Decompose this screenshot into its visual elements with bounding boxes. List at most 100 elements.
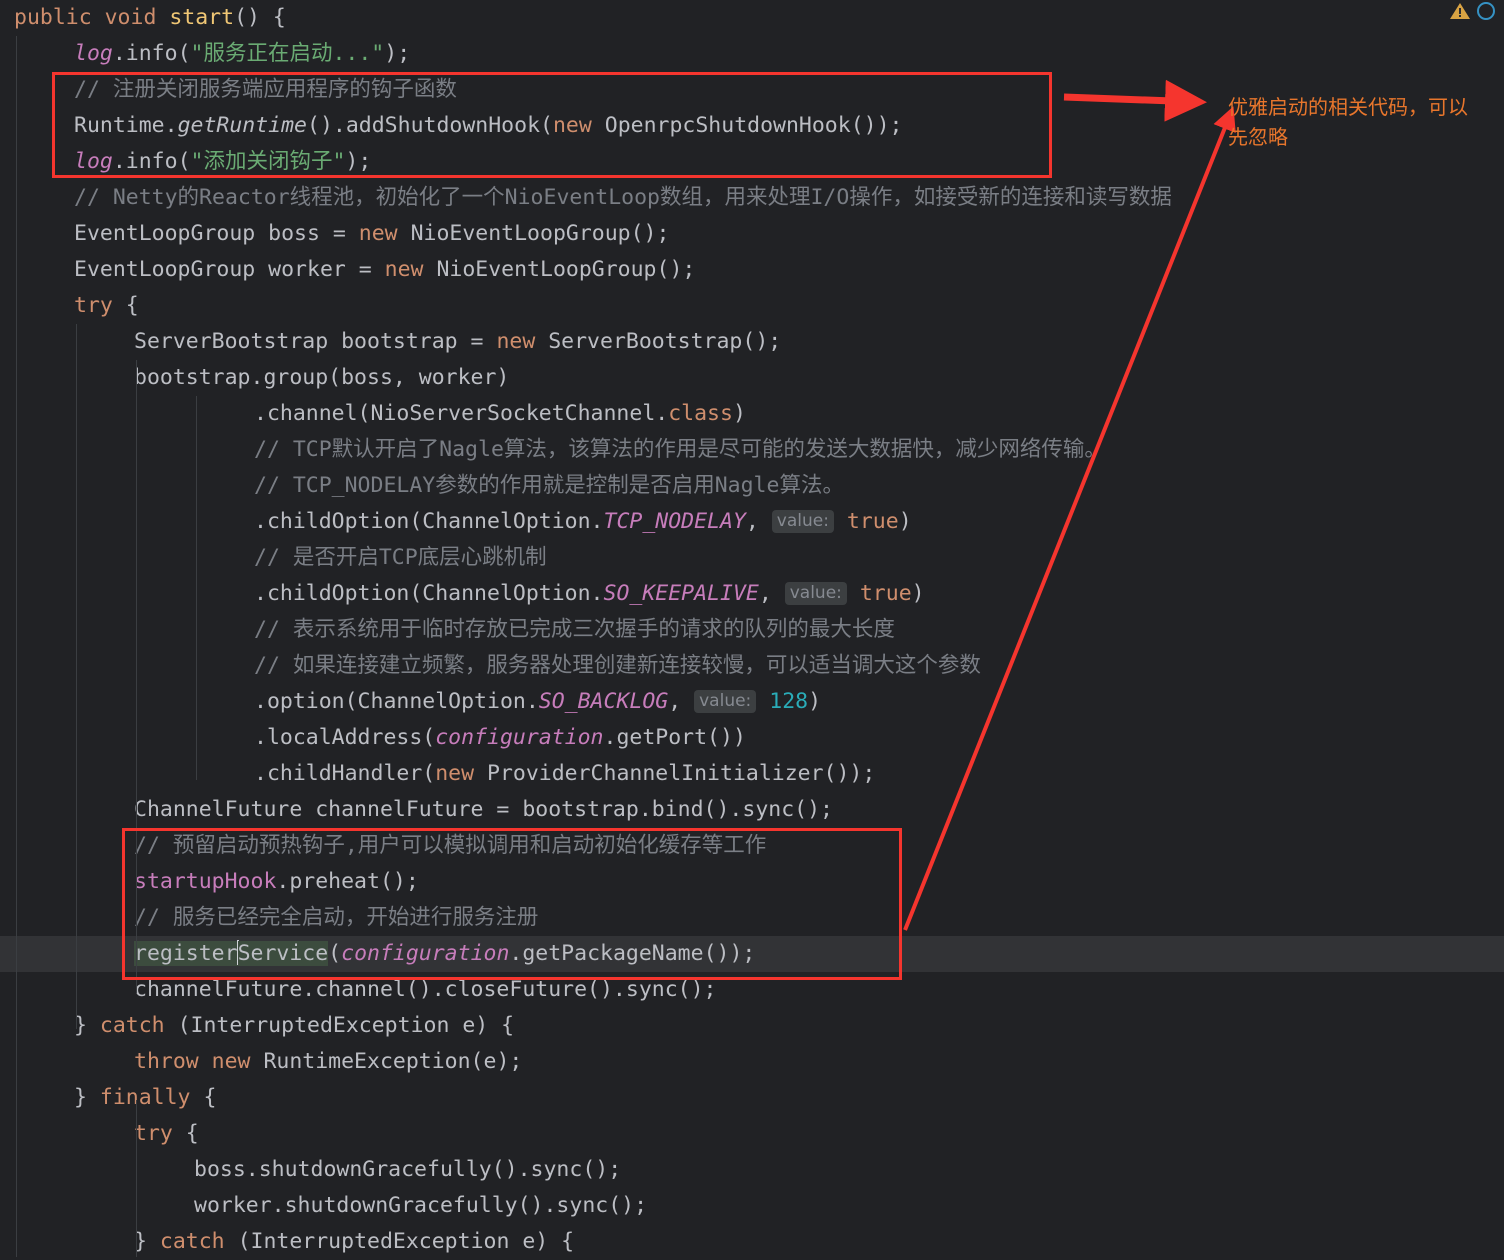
code-line[interactable]: // 如果连接建立频繁，服务器处理创建新连接较慢，可以适当调大这个参数 (0, 648, 1504, 684)
inlay-hint: value: (784, 582, 847, 605)
code-token: , (745, 509, 772, 534)
code-token: boss.shutdownGracefully().sync(); (194, 1157, 622, 1182)
code-token: // 服务已经完全启动，开始进行服务注册 (134, 905, 539, 930)
code-token: .preheat(); (276, 869, 419, 894)
code-token: // 如果连接建立频繁，服务器处理创建新连接较慢，可以适当调大这个参数 (254, 653, 981, 678)
code-token: RuntimeException(e); (263, 1049, 523, 1074)
code-token: ) (808, 689, 822, 714)
code-line[interactable]: try { (0, 1116, 1504, 1152)
code-token: register (134, 941, 238, 966)
code-token: ServerBootstrap bootstrap = (134, 329, 497, 354)
code-line[interactable]: worker.shutdownGracefully().sync(); (0, 1188, 1504, 1224)
code-token: (InterruptedException e) { (164, 1013, 515, 1038)
code-token: { (190, 1085, 217, 1110)
code-token: } (134, 1229, 160, 1254)
code-token: { (112, 293, 139, 318)
code-token: try (74, 293, 113, 318)
code-token: void (104, 5, 170, 30)
code-token: .info( (112, 149, 191, 174)
code-token: new (384, 257, 437, 282)
code-line[interactable]: .localAddress(configuration.getPort()) (0, 720, 1504, 756)
code-token: // Netty的Reactor线程池，初始化了一个NioEventLoop数组… (74, 185, 1172, 210)
code-token: new (358, 221, 411, 246)
code-token: } (74, 1085, 100, 1110)
code-line[interactable]: // 服务已经完全启动，开始进行服务注册 (0, 900, 1504, 936)
code-token: getRuntime (177, 113, 308, 138)
code-token: catch (159, 1229, 225, 1254)
code-line[interactable]: } finally { (0, 1080, 1504, 1116)
code-token: true (859, 581, 912, 606)
code-token: // 是否开启TCP底层心跳机制 (254, 545, 547, 570)
code-token: // TCP_NODELAY参数的作用就是控制是否启用Nagle算法。 (254, 473, 844, 498)
code-token: .info( (112, 41, 191, 66)
code-token: channelFuture.channel().closeFuture().sy… (134, 977, 717, 1002)
code-token: SO_KEEPALIVE (603, 581, 759, 606)
code-line[interactable]: // Netty的Reactor线程池，初始化了一个NioEventLoop数组… (0, 180, 1504, 216)
code-line[interactable]: registerService(configuration.getPackage… (0, 936, 1504, 972)
code-token: "服务正在启动..." (190, 41, 385, 66)
code-line[interactable]: startupHook.preheat(); (0, 864, 1504, 900)
code-line[interactable]: } catch (InterruptedException e) { (0, 1008, 1504, 1044)
code-line[interactable]: boss.shutdownGracefully().sync(); (0, 1152, 1504, 1188)
code-line[interactable]: .option(ChannelOption.SO_BACKLOG, value:… (0, 684, 1504, 720)
code-token: // 预留启动预热钩子,用户可以模拟调用和启动初始化缓存等工作 (134, 833, 767, 858)
code-token: new (211, 1049, 264, 1074)
code-line[interactable]: // TCP_NODELAY参数的作用就是控制是否启用Nagle算法。 (0, 468, 1504, 504)
code-line[interactable]: // 注册关闭服务端应用程序的钩子函数 (0, 72, 1504, 108)
code-token: ChannelFuture channelFuture = bootstrap.… (134, 797, 833, 822)
indent-guide (136, 360, 137, 993)
code-line[interactable]: try { (0, 288, 1504, 324)
code-token: configuration (435, 725, 604, 750)
code-token: start (169, 5, 235, 30)
code-token: ); (345, 149, 372, 174)
code-token: EventLoopGroup worker = (74, 257, 385, 282)
code-token: bootstrap.group(boss, worker) (134, 365, 510, 390)
code-token: Service (237, 941, 329, 966)
code-token: .localAddress( (254, 725, 436, 750)
code-editor[interactable]: public void start() {log.info("服务正在启动...… (0, 0, 1504, 1257)
code-token: TCP_NODELAY (603, 509, 746, 534)
code-line[interactable]: ServerBootstrap bootstrap = new ServerBo… (0, 324, 1504, 360)
code-line[interactable]: .childOption(ChannelOption.SO_KEEPALIVE,… (0, 576, 1504, 612)
code-line[interactable]: // 预留启动预热钩子,用户可以模拟调用和启动初始化缓存等工作 (0, 828, 1504, 864)
code-token: new (435, 761, 487, 786)
code-line[interactable]: EventLoopGroup worker = new NioEventLoop… (0, 252, 1504, 288)
code-line[interactable]: .channel(NioServerSocketChannel.class) (0, 396, 1504, 432)
code-line[interactable]: log.info("服务正在启动..."); (0, 36, 1504, 72)
code-token: SO_BACKLOG (538, 689, 669, 714)
code-token: .childOption(ChannelOption. (254, 581, 604, 606)
code-token: Runtime. (74, 113, 178, 138)
code-token: log (74, 41, 113, 66)
code-token: ) (898, 509, 912, 534)
code-line[interactable]: } catch (InterruptedException e) { (0, 1224, 1504, 1260)
code-line[interactable]: .childOption(ChannelOption.TCP_NODELAY, … (0, 504, 1504, 540)
code-line[interactable]: ChannelFuture channelFuture = bootstrap.… (0, 792, 1504, 828)
code-line[interactable]: public void start() { (0, 0, 1504, 36)
code-content[interactable]: public void start() {log.info("服务正在启动...… (0, 0, 1504, 1260)
code-token: ServerBootstrap(); (548, 329, 782, 354)
code-line[interactable]: .childHandler(new ProviderChannelInitial… (0, 756, 1504, 792)
code-line[interactable]: EventLoopGroup boss = new NioEventLoopGr… (0, 216, 1504, 252)
indent-guide (76, 324, 77, 1029)
code-line[interactable]: // 是否开启TCP底层心跳机制 (0, 540, 1504, 576)
code-line[interactable]: // TCP默认开启了Nagle算法，该算法的作用是尽可能的发送大数据快，减少网… (0, 432, 1504, 468)
code-line[interactable]: Runtime.getRuntime().addShutdownHook(new… (0, 108, 1504, 144)
code-token: catch (99, 1013, 165, 1038)
code-line[interactable]: // 表示系统用于临时存放已完成三次握手的请求的队列的最大长度 (0, 612, 1504, 648)
code-token: // 注册关闭服务端应用程序的钩子函数 (74, 77, 457, 102)
code-token: ); (384, 41, 411, 66)
code-token: , (758, 581, 785, 606)
indent-guide (196, 396, 197, 780)
code-token: "添加关闭钩子" (190, 149, 346, 174)
code-line[interactable]: log.info("添加关闭钩子"); (0, 144, 1504, 180)
code-line[interactable]: throw new RuntimeException(e); (0, 1044, 1504, 1080)
code-token: log (74, 149, 113, 174)
code-line[interactable]: channelFuture.channel().closeFuture().sy… (0, 972, 1504, 1008)
code-token: NioEventLoopGroup(); (436, 257, 696, 282)
code-line[interactable]: bootstrap.group(boss, worker) (0, 360, 1504, 396)
code-token: NioEventLoopGroup(); (410, 221, 670, 246)
code-token: // 表示系统用于临时存放已完成三次握手的请求的队列的最大长度 (254, 617, 895, 642)
